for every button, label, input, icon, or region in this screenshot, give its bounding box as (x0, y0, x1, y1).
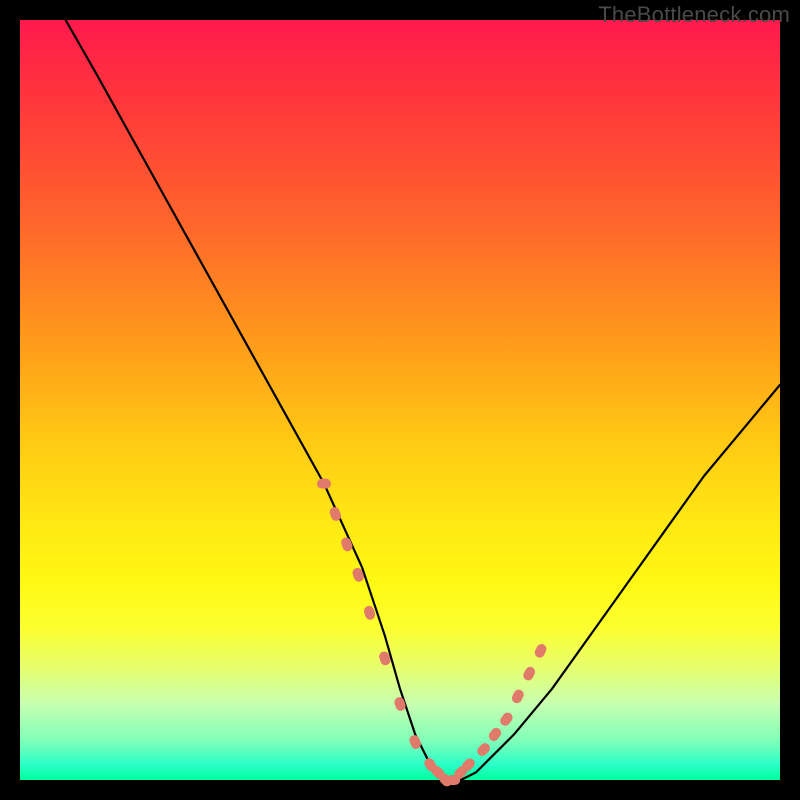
watermark-text: TheBottleneck.com (598, 2, 790, 28)
highlight-dot (510, 688, 525, 705)
highlight-dot (317, 479, 331, 489)
highlight-dots (317, 479, 548, 789)
bottleneck-curve-path (66, 20, 780, 780)
highlight-dot (475, 741, 492, 758)
highlight-dot (498, 711, 514, 728)
highlight-dot (487, 726, 503, 743)
highlight-dot (533, 642, 548, 659)
highlight-dot (522, 665, 537, 682)
highlight-dot (393, 696, 407, 712)
chart-plot-area (20, 20, 780, 780)
highlight-dot (408, 734, 422, 751)
chart-frame: TheBottleneck.com (0, 0, 800, 800)
highlight-dot (340, 536, 354, 553)
chart-svg (20, 20, 780, 780)
